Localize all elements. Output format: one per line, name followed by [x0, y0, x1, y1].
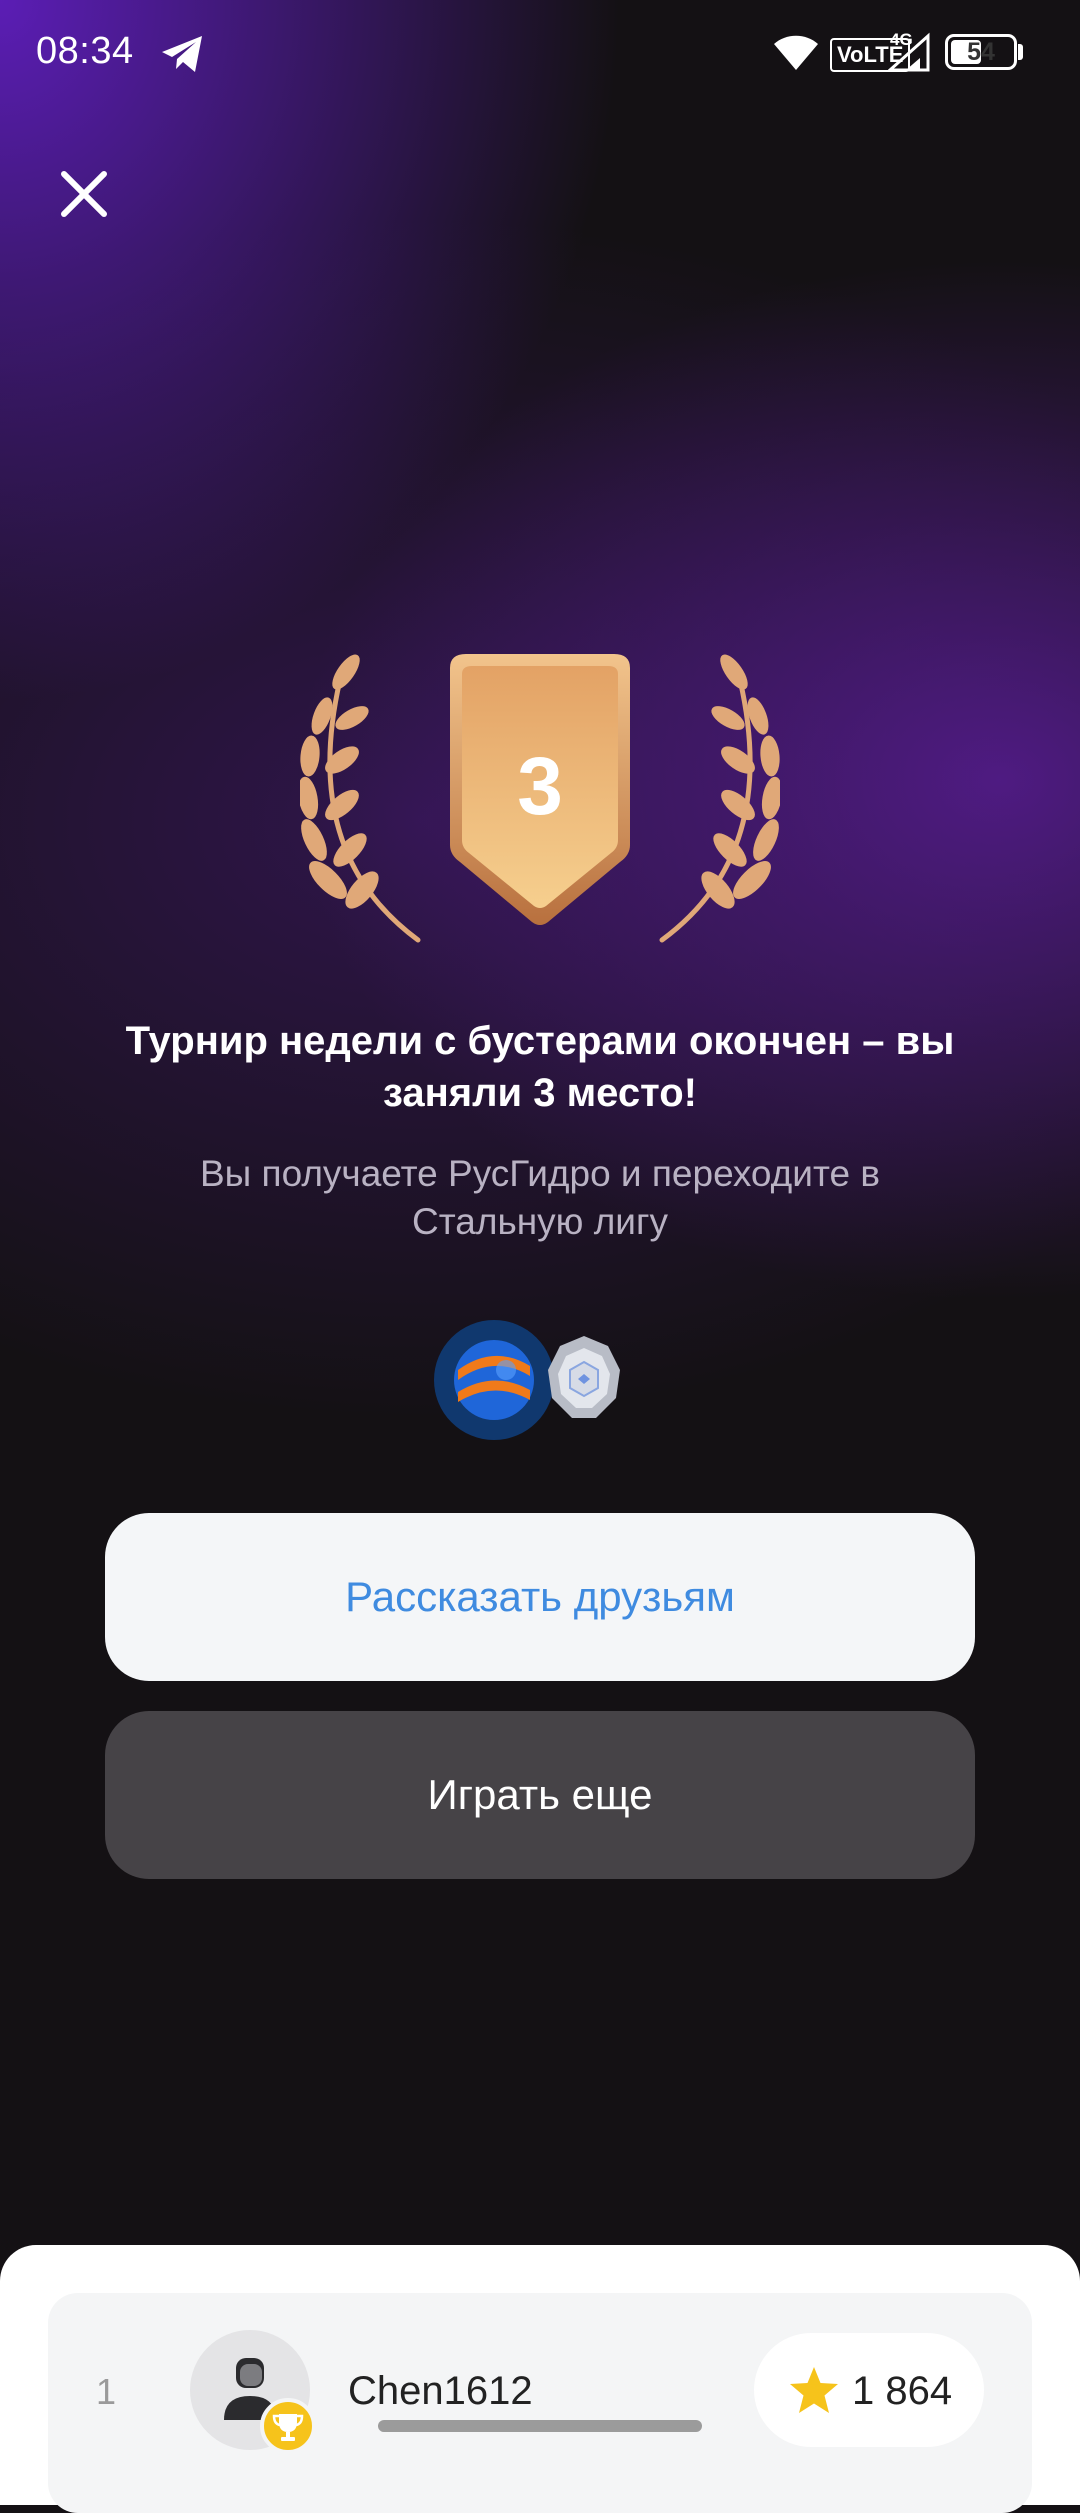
- result-headline: Турнир недели с бустерами окончен – вы з…: [125, 1019, 955, 1115]
- close-icon[interactable]: [50, 160, 118, 228]
- score-pill: 1 864: [754, 2333, 984, 2447]
- reward-icons: [432, 1318, 632, 1443]
- play-again-button[interactable]: Играть еще: [105, 1711, 975, 1879]
- trophy-icon: [260, 2398, 316, 2454]
- signal-icon: [888, 32, 930, 72]
- leaderboard-username: Chen1612: [348, 2369, 533, 2413]
- place-award: 3: [297, 640, 783, 950]
- place-number: 3: [517, 741, 563, 832]
- leaderboard-rank: 1: [96, 2371, 117, 2412]
- share-with-friends-button[interactable]: Рассказать друзьям: [105, 1513, 975, 1681]
- star-icon: [790, 2367, 838, 2413]
- battery-tip: [1018, 44, 1023, 60]
- home-indicator[interactable]: [378, 2420, 702, 2432]
- status-bar: 08:34 VoLTE 4G 54: [0, 0, 1080, 110]
- battery-percent: 54: [967, 38, 995, 66]
- reward-icons-graphic: [434, 1320, 620, 1440]
- wifi-icon: [774, 35, 818, 70]
- leaderboard-score: 1 864: [852, 2369, 953, 2413]
- status-time: 08:34: [36, 30, 134, 72]
- telegram-icon: [162, 36, 202, 72]
- steel-league-badge-icon: [548, 1336, 620, 1418]
- rushydro-logo-icon: [434, 1320, 554, 1440]
- result-subline: Вы получаете РусГидро и переходите в Ста…: [199, 1153, 880, 1242]
- leaderboard-row[interactable]: 1 Chen1612 1 864: [48, 2293, 1032, 2513]
- battery-icon: 54: [945, 34, 1017, 70]
